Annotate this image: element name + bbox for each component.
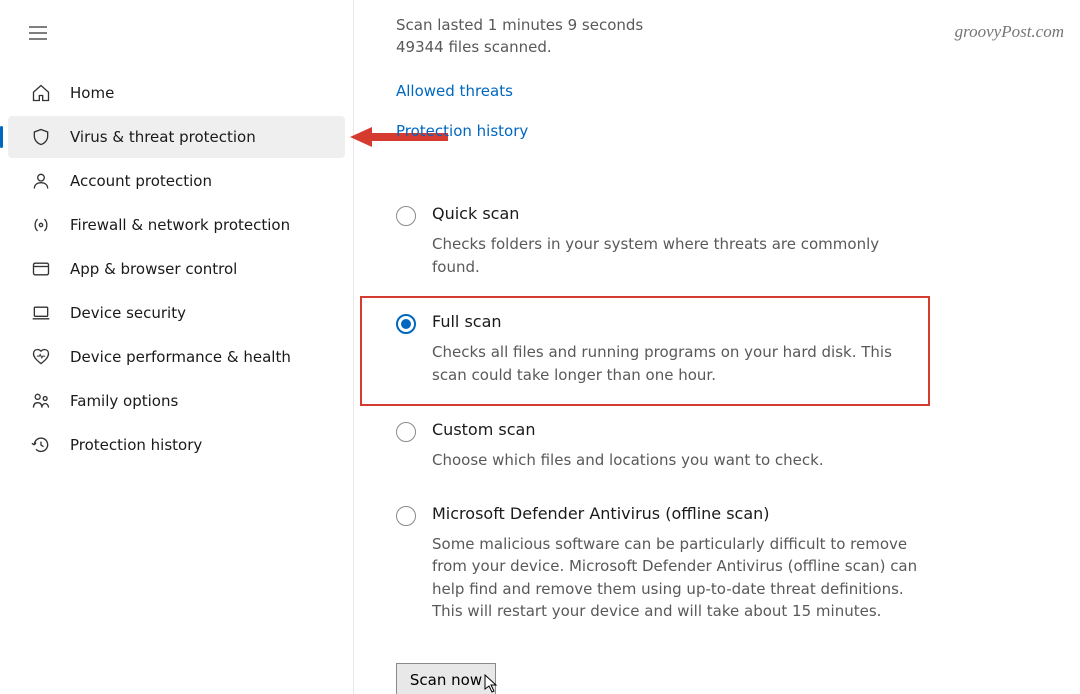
nav-item-account-protection[interactable]: Account protection (8, 160, 345, 202)
menu-toggle-button[interactable] (18, 18, 58, 48)
main-content: groovyPost.com Scan lasted 1 minutes 9 s… (354, 0, 1080, 694)
nav-label: Protection history (70, 436, 202, 454)
nav-label: Device security (70, 304, 186, 322)
heart-icon (30, 346, 52, 368)
nav-label: Firewall & network protection (70, 216, 290, 234)
option-custom-scan[interactable]: Custom scan Choose which files and locat… (396, 406, 930, 490)
nav-label: Account protection (70, 172, 212, 190)
nav-item-performance[interactable]: Device performance & health (8, 336, 345, 378)
browser-icon (30, 258, 52, 280)
network-icon (30, 214, 52, 236)
nav-item-family[interactable]: Family options (8, 380, 345, 422)
option-desc: Checks folders in your system where thre… (432, 233, 920, 278)
nav-label: Device performance & health (70, 348, 291, 366)
hamburger-icon (29, 26, 47, 40)
nav-label: Family options (70, 392, 178, 410)
nav-item-firewall[interactable]: Firewall & network protection (8, 204, 345, 246)
option-title: Custom scan (432, 420, 920, 439)
radio-custom-scan[interactable] (396, 422, 416, 442)
cursor-icon (484, 674, 500, 694)
scan-now-button[interactable]: Scan now (396, 663, 496, 694)
option-desc: Some malicious software can be particula… (432, 533, 920, 623)
sidebar: Home Virus & threat protection Account p… (0, 0, 354, 694)
option-quick-scan[interactable]: Quick scan Checks folders in your system… (396, 190, 930, 296)
home-icon (30, 82, 52, 104)
option-full-scan[interactable]: Full scan Checks all files and running p… (360, 296, 930, 406)
laptop-icon (30, 302, 52, 324)
family-icon (30, 390, 52, 412)
nav: Home Virus & threat protection Account p… (0, 72, 353, 468)
option-desc: Checks all files and running programs on… (432, 341, 918, 386)
history-icon (30, 434, 52, 456)
scan-options-group: Quick scan Checks folders in your system… (396, 190, 930, 641)
person-icon (30, 170, 52, 192)
option-title: Quick scan (432, 204, 920, 223)
nav-label: Virus & threat protection (70, 128, 256, 146)
radio-full-scan[interactable] (396, 314, 416, 334)
nav-label: Home (70, 84, 114, 102)
option-desc: Choose which files and locations you wan… (432, 449, 920, 472)
nav-item-virus-threat[interactable]: Virus & threat protection (8, 116, 345, 158)
option-offline-scan[interactable]: Microsoft Defender Antivirus (offline sc… (396, 490, 930, 641)
shield-icon (30, 126, 52, 148)
scan-duration-text: Scan lasted 1 minutes 9 seconds (396, 16, 930, 34)
option-title: Microsoft Defender Antivirus (offline sc… (432, 504, 920, 523)
watermark-text: groovyPost.com (955, 22, 1064, 42)
nav-item-app-browser[interactable]: App & browser control (8, 248, 345, 290)
nav-label: App & browser control (70, 260, 237, 278)
radio-offline-scan[interactable] (396, 506, 416, 526)
nav-item-protection-history[interactable]: Protection history (8, 424, 345, 466)
nav-item-home[interactable]: Home (8, 72, 345, 114)
radio-quick-scan[interactable] (396, 206, 416, 226)
allowed-threats-link[interactable]: Allowed threats (396, 82, 513, 100)
scan-now-label: Scan now (410, 671, 482, 689)
protection-history-link[interactable]: Protection history (396, 122, 528, 140)
nav-item-device-security[interactable]: Device security (8, 292, 345, 334)
option-title: Full scan (432, 312, 918, 331)
files-scanned-text: 49344 files scanned. (396, 38, 930, 56)
